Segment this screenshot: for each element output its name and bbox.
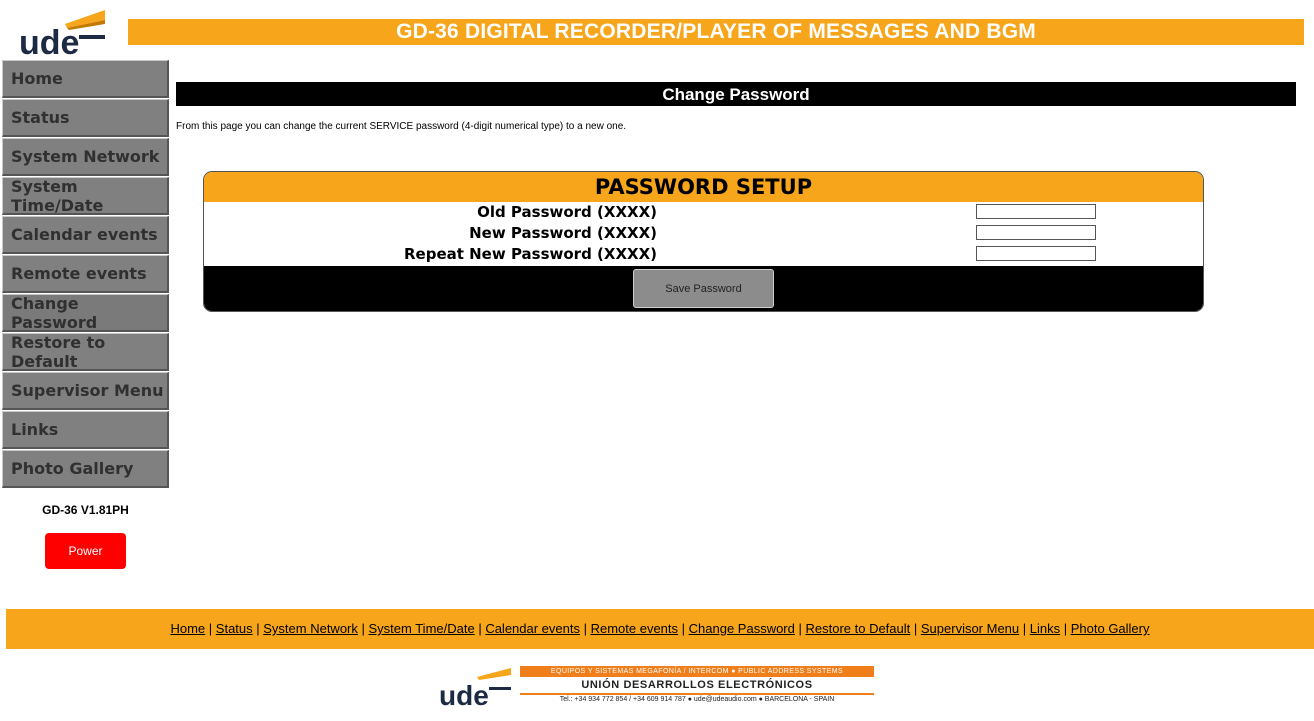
power-button[interactable]: Power xyxy=(45,533,126,569)
company-divider xyxy=(520,693,874,695)
sidebar-item-label: Supervisor Menu xyxy=(11,381,164,400)
sidebar-item-system-time-date[interactable]: System Time/Date xyxy=(2,177,169,215)
new-password-label: New Password (XXXX) xyxy=(469,224,657,242)
sidebar-item-system-network[interactable]: System Network xyxy=(2,138,169,176)
repeat-password-row: Repeat New Password (XXXX) xyxy=(204,244,1203,265)
intro-text: From this page you can change the curren… xyxy=(176,121,627,132)
sidebar-item-home[interactable]: Home xyxy=(2,60,169,98)
footer-separator: | xyxy=(678,621,689,636)
footer-separator: | xyxy=(357,621,369,636)
repeat-password-label: Repeat New Password (XXXX) xyxy=(403,245,657,263)
footer-separator: | xyxy=(205,621,216,636)
footer-link-restore-to-default[interactable]: Restore to Default xyxy=(805,621,910,636)
footer-separator: | xyxy=(474,621,486,636)
ude-logo-text: ude xyxy=(19,24,79,58)
password-setup-panel: PASSWORD SETUP Old Password (XXXX) New P… xyxy=(203,171,1204,312)
sidebar-item-label: Restore to Default xyxy=(11,332,106,371)
repeat-password-input[interactable] xyxy=(976,246,1096,261)
sidebar-item-label: Remote events xyxy=(11,264,147,283)
footer-link-remote-events[interactable]: Remote events xyxy=(591,621,678,636)
sidebar-nav: Home Status System Network System Time/D… xyxy=(2,60,169,489)
old-password-input[interactable] xyxy=(976,204,1096,219)
sidebar-item-label: Status xyxy=(11,108,70,127)
page-title-bar: Change Password xyxy=(176,82,1296,106)
company-contact: Tel.: +34 934 772 854 / +34 609 914 787 … xyxy=(559,696,835,703)
footer-links: Home | Status | System Network | System … xyxy=(6,609,1314,649)
footer-link-system-time-date[interactable]: System Time/Date xyxy=(369,621,475,636)
old-password-row: Old Password (XXXX) xyxy=(204,202,1203,223)
footer-separator: | xyxy=(1019,621,1030,636)
footer-link-calendar-events[interactable]: Calendar events xyxy=(485,621,580,636)
sidebar-item-supervisor-menu[interactable]: Supervisor Menu xyxy=(2,372,169,410)
footer-link-photo-gallery[interactable]: Photo Gallery xyxy=(1071,621,1150,636)
sidebar-item-label: Links xyxy=(11,420,59,439)
sidebar-item-change-password[interactable]: Change Password xyxy=(2,294,169,332)
footer-link-change-password[interactable]: Change Password xyxy=(689,621,795,636)
password-setup-header: PASSWORD SETUP xyxy=(204,172,1203,202)
sidebar-item-label: Home xyxy=(11,69,63,88)
password-setup-footer: Save Password xyxy=(204,266,1203,311)
footer-separator: | xyxy=(910,621,921,636)
company-logo-block: ude EQUIPOS Y SISTEMAS MEGAFONÍA / INTER… xyxy=(437,663,877,711)
footer-link-home[interactable]: Home xyxy=(170,621,205,636)
company-name: UNIÓN DESARROLLOS ELECTRÓNICOS xyxy=(581,679,813,691)
company-logo-mark: ude xyxy=(437,667,515,711)
page-title: Change Password xyxy=(662,85,810,104)
sidebar-item-photo-gallery[interactable]: Photo Gallery xyxy=(2,450,169,488)
firmware-version: GD-36 V1.81PH xyxy=(42,503,129,517)
new-password-row: New Password (XXXX) xyxy=(204,223,1203,244)
sidebar-item-label: Calendar events xyxy=(11,225,158,244)
sidebar-item-remote-events[interactable]: Remote events xyxy=(2,255,169,293)
sidebar-item-restore-to-default[interactable]: Restore to Default xyxy=(2,333,169,371)
footer-separator: | xyxy=(794,621,806,636)
company-tagline: EQUIPOS Y SISTEMAS MEGAFONÍA / INTERCOM … xyxy=(520,666,874,677)
save-password-button[interactable]: Save Password xyxy=(633,269,774,308)
footer-separator: | xyxy=(252,621,264,636)
footer-bar: Home | Status | System Network | System … xyxy=(6,609,1314,649)
sidebar-item-links[interactable]: Links xyxy=(2,411,169,449)
sidebar-item-label: System Network xyxy=(11,147,160,166)
sidebar-item-label: Photo Gallery xyxy=(11,459,134,478)
footer-separator: | xyxy=(1060,621,1071,636)
ude-logo: ude xyxy=(17,8,109,62)
page-header-title: GD-36 DIGITAL RECORDER/PLAYER OF MESSAGE… xyxy=(396,20,1036,43)
sidebar-item-label: Change Password xyxy=(11,293,98,332)
password-setup-heading: PASSWORD SETUP xyxy=(594,175,813,199)
footer-link-supervisor-menu[interactable]: Supervisor Menu xyxy=(921,621,1019,636)
sidebar-item-status[interactable]: Status xyxy=(2,99,169,137)
header-bar: GD-36 DIGITAL RECORDER/PLAYER OF MESSAGE… xyxy=(128,19,1304,45)
footer-separator: | xyxy=(579,621,591,636)
old-password-label: Old Password (XXXX) xyxy=(477,203,657,221)
new-password-input[interactable] xyxy=(976,225,1096,240)
footer-link-status[interactable]: Status xyxy=(216,621,253,636)
footer-link-system-network[interactable]: System Network xyxy=(263,621,358,636)
sidebar-item-label: System Time/Date xyxy=(11,176,104,215)
footer-link-links[interactable]: Links xyxy=(1030,621,1060,636)
company-logo-mark-text: ude xyxy=(439,680,489,707)
sidebar-item-calendar-events[interactable]: Calendar events xyxy=(2,216,169,254)
